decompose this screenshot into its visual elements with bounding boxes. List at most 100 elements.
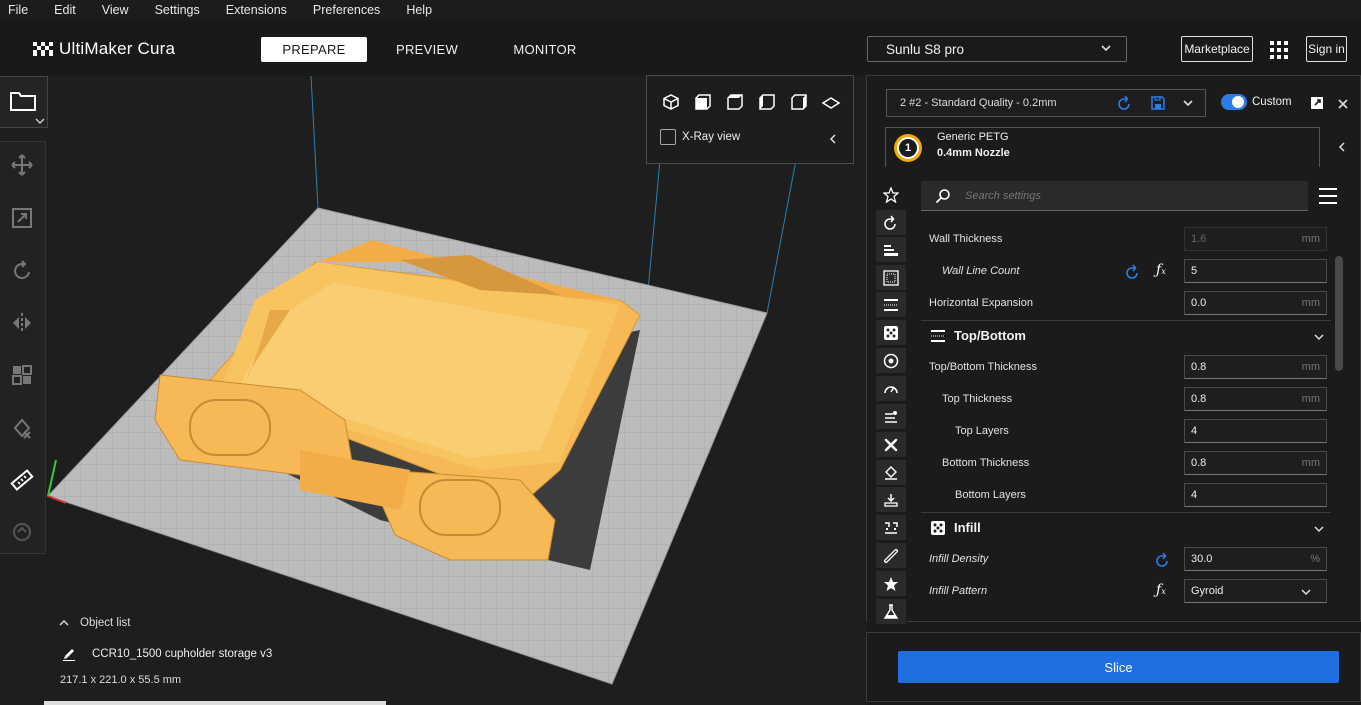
travel-icon[interactable] bbox=[876, 404, 906, 430]
favorites-icon[interactable] bbox=[876, 182, 906, 208]
settings-menu-icon[interactable] bbox=[1318, 187, 1338, 210]
topbottom-icon[interactable] bbox=[876, 292, 906, 318]
scale-icon[interactable] bbox=[8, 204, 36, 232]
extruder-tab[interactable]: 1 Generic PETG 0.4mm Nozzle bbox=[885, 127, 1320, 167]
chevron-down-icon bbox=[1314, 526, 1324, 533]
object-item[interactable]: CCR10_1500 cupholder storage v3 bbox=[62, 647, 272, 661]
top-thickness-field[interactable]: 0.8 mm bbox=[1184, 387, 1327, 411]
speed-icon[interactable] bbox=[876, 376, 906, 402]
wall-line-count-label: Wall Line Count bbox=[942, 265, 1020, 277]
tab-preview[interactable]: PREVIEW bbox=[378, 37, 476, 62]
view-left-icon[interactable] bbox=[758, 93, 776, 116]
wall-thickness-field[interactable]: 1.6 mm bbox=[1184, 227, 1327, 251]
profile-name: 2 #2 - Standard Quality - 0.2mm bbox=[900, 97, 1057, 109]
adhesion-icon[interactable] bbox=[876, 487, 906, 513]
infill-density-field[interactable]: 30.0 % bbox=[1184, 547, 1327, 571]
dual-extrusion-icon[interactable] bbox=[876, 515, 906, 541]
measure-icon[interactable] bbox=[8, 466, 36, 494]
settings-scrollbar[interactable] bbox=[1335, 256, 1343, 371]
support-icon[interactable] bbox=[876, 460, 906, 486]
object-list-label: Object list bbox=[80, 617, 131, 629]
chevron-down-icon[interactable] bbox=[1182, 98, 1194, 111]
open-file-button[interactable] bbox=[0, 76, 48, 128]
material-icon[interactable] bbox=[876, 348, 906, 374]
object-dimensions: 217.1 x 221.0 x 55.5 mm bbox=[60, 674, 182, 686]
meshfix-icon[interactable] bbox=[876, 543, 906, 569]
tab-monitor[interactable]: MONITOR bbox=[494, 37, 596, 62]
folder-icon bbox=[10, 92, 36, 111]
quality-icon[interactable] bbox=[876, 237, 906, 263]
menu-file[interactable]: File bbox=[8, 3, 28, 17]
close-icon[interactable] bbox=[1337, 97, 1349, 115]
save-profile-icon[interactable] bbox=[1150, 95, 1166, 114]
reset-profile-icon[interactable] bbox=[1117, 95, 1133, 114]
infill-pattern-dropdown[interactable]: Gyroid bbox=[1184, 579, 1327, 603]
build-plate-scene[interactable] bbox=[0, 76, 866, 705]
view-front-icon[interactable] bbox=[694, 93, 712, 116]
profile-selector[interactable]: 2 #2 - Standard Quality - 0.2mm bbox=[886, 89, 1206, 117]
special-modes-icon[interactable] bbox=[876, 571, 906, 597]
collapse-chevron-icon[interactable] bbox=[828, 132, 838, 150]
view-3d-icon[interactable] bbox=[662, 93, 680, 116]
extruder-collapse-icon[interactable] bbox=[1337, 140, 1347, 158]
section-infill[interactable]: Infill bbox=[921, 512, 1331, 542]
view-right-icon[interactable] bbox=[790, 93, 808, 116]
function-icon[interactable]: ƒx bbox=[1156, 582, 1166, 598]
apps-grid-icon[interactable] bbox=[1269, 40, 1289, 60]
rotate-icon[interactable] bbox=[8, 257, 36, 285]
menu-help[interactable]: Help bbox=[406, 3, 432, 17]
wall-line-count-field[interactable]: 5 bbox=[1184, 259, 1327, 283]
view-top-icon[interactable] bbox=[726, 93, 744, 116]
search-input[interactable] bbox=[965, 187, 1285, 205]
top-thickness-unit: mm bbox=[1301, 393, 1320, 405]
viewport-3d[interactable] bbox=[0, 76, 866, 705]
settings-search[interactable] bbox=[921, 181, 1308, 211]
tab-prepare[interactable]: PREPARE bbox=[261, 37, 367, 62]
per-model-settings-icon[interactable] bbox=[8, 361, 36, 389]
view-layflat-icon[interactable] bbox=[821, 96, 841, 115]
section-infill-label: Infill bbox=[954, 520, 981, 535]
custom-mode-toggle[interactable] bbox=[1221, 94, 1247, 110]
menu-extensions[interactable]: Extensions bbox=[226, 3, 287, 17]
wall-thickness-label: Wall Thickness bbox=[929, 233, 1003, 245]
printer-selector[interactable]: Sunlu S8 pro bbox=[867, 36, 1127, 62]
paint-icon[interactable] bbox=[8, 517, 36, 545]
function-icon[interactable]: ƒx bbox=[1156, 262, 1166, 278]
bottom-thickness-field[interactable]: 0.8 mm bbox=[1184, 451, 1327, 475]
top-thickness-label: Top Thickness bbox=[942, 393, 1013, 405]
experimental-icon[interactable] bbox=[876, 599, 906, 625]
top-layers-field[interactable]: 4 bbox=[1184, 419, 1327, 443]
top-thickness-value: 0.8 bbox=[1191, 393, 1207, 405]
support-blocker-icon[interactable] bbox=[8, 414, 36, 442]
popout-icon[interactable] bbox=[1310, 96, 1324, 115]
marketplace-button[interactable]: Marketplace bbox=[1181, 36, 1253, 62]
section-topbottom[interactable]: Top/Bottom bbox=[921, 320, 1331, 350]
horizontal-expansion-field[interactable]: 0.0 mm bbox=[1184, 291, 1327, 315]
horizontal-expansion-label: Horizontal Expansion bbox=[929, 297, 1033, 309]
menu-view[interactable]: View bbox=[102, 3, 129, 17]
topbottom-thickness-field[interactable]: 0.8 mm bbox=[1184, 355, 1327, 379]
walls-icon[interactable] bbox=[876, 265, 906, 291]
bottom-thickness-value: 0.8 bbox=[1191, 457, 1207, 469]
signin-button[interactable]: Sign in bbox=[1306, 36, 1347, 62]
chevron-down-icon bbox=[1314, 334, 1324, 341]
reset-wall-line-count-icon[interactable] bbox=[1125, 264, 1141, 285]
xray-checkbox[interactable] bbox=[660, 129, 676, 145]
mirror-icon[interactable] bbox=[8, 309, 36, 337]
object-list: Object list CCR10_1500 cupholder storage… bbox=[58, 612, 358, 692]
infill-icon[interactable] bbox=[876, 320, 906, 346]
object-list-toggle[interactable]: Object list bbox=[58, 617, 131, 629]
move-icon[interactable] bbox=[8, 151, 36, 179]
cooling-icon[interactable] bbox=[876, 432, 906, 458]
reset-category-icon[interactable] bbox=[876, 210, 906, 236]
menu-edit[interactable]: Edit bbox=[54, 3, 76, 17]
horizontal-expansion-value: 0.0 bbox=[1191, 297, 1207, 309]
reset-infill-density-icon[interactable] bbox=[1155, 552, 1171, 573]
chevron-down-icon bbox=[1301, 589, 1311, 596]
menu-settings[interactable]: Settings bbox=[155, 3, 200, 17]
slice-button[interactable]: Slice bbox=[898, 651, 1339, 683]
infill-density-value: 30.0 bbox=[1191, 553, 1213, 565]
bottom-layers-field[interactable]: 4 bbox=[1184, 483, 1327, 507]
infill-pattern-value: Gyroid bbox=[1191, 585, 1224, 597]
menu-preferences[interactable]: Preferences bbox=[313, 3, 380, 17]
